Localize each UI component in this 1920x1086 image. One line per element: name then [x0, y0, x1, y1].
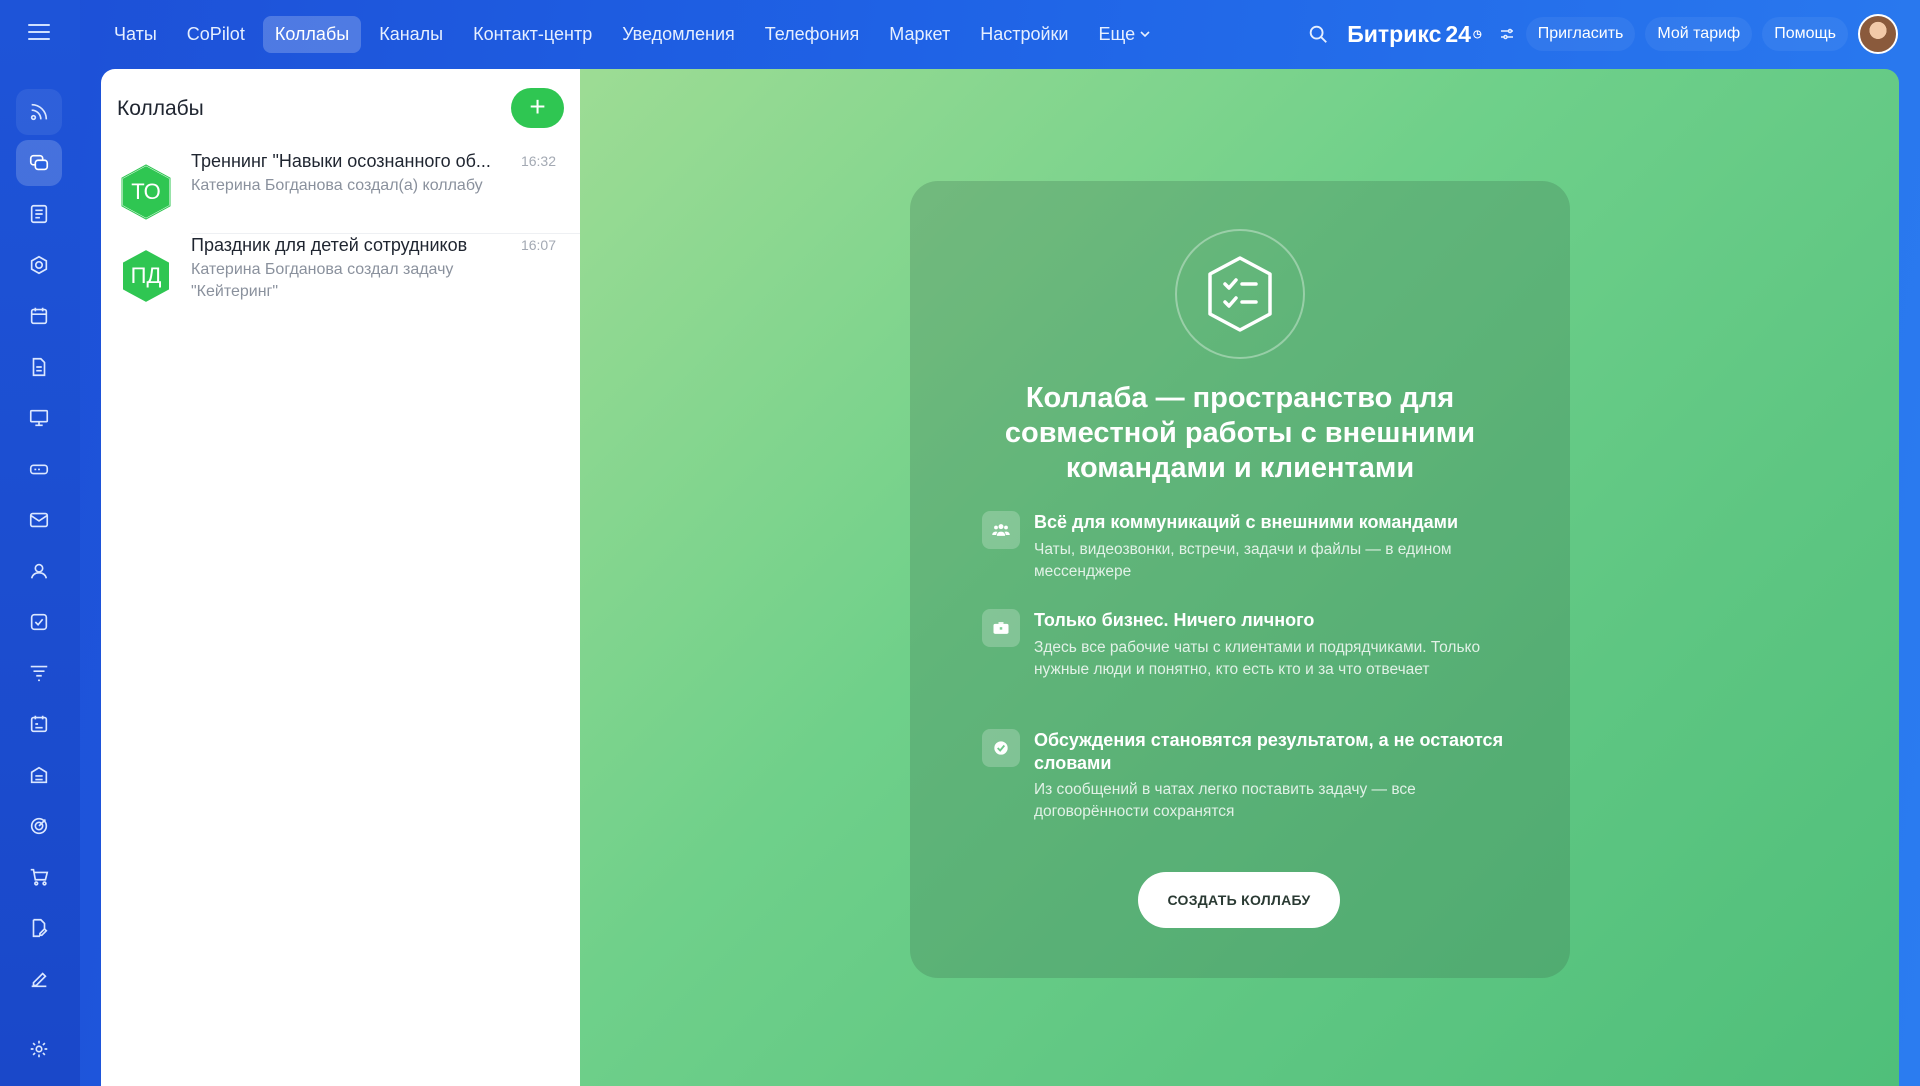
avatar-initials: ПД [130, 263, 162, 288]
user-avatar[interactable] [1858, 14, 1898, 54]
tab-channels[interactable]: Каналы [367, 16, 455, 53]
feature-item: Обсуждения становятся результатом, а не … [982, 729, 1504, 829]
cart-icon[interactable] [16, 854, 62, 900]
tariff-button[interactable]: Мой тариф [1645, 17, 1753, 51]
feature-title: Всё для коммуникаций с внешними командам… [1034, 512, 1459, 532]
main-area: Коллаба — пространство для совместной ра… [580, 69, 1899, 1086]
tab-chats[interactable]: Чаты [102, 16, 169, 53]
collab-avatar: ПД [117, 247, 175, 305]
tab-more[interactable]: Еще [1086, 16, 1163, 53]
check-circle-icon [982, 729, 1020, 767]
avatar-initials: ТО [131, 179, 161, 204]
top-navigation: Чаты CoPilot Коллабы Каналы Контакт-цент… [102, 14, 1163, 54]
mail-icon[interactable] [16, 497, 62, 543]
more-label: Еще [1098, 23, 1136, 44]
collab-title: Треннинг "Навыки осознанного об... [191, 151, 491, 171]
brand-number: 24 [1445, 20, 1471, 47]
menu-icon[interactable] [28, 24, 50, 42]
chevron-down-icon [1140, 31, 1150, 38]
create-collab-button[interactable]: СОЗДАТЬ КОЛЛАБУ [1138, 872, 1340, 928]
feature-item: Только бизнес. Ничего личного Здесь все … [982, 609, 1502, 709]
invite-button[interactable]: Пригласить [1525, 17, 1636, 51]
settings-icon[interactable] [16, 1026, 62, 1072]
edit-doc-icon[interactable] [16, 905, 62, 951]
store-icon[interactable] [16, 752, 62, 798]
tab-market[interactable]: Маркет [877, 16, 962, 53]
tab-collabs[interactable]: Коллабы [262, 15, 362, 53]
docs-icon[interactable] [16, 344, 62, 390]
feature-desc: Из сообщений в чатах легко поставить зад… [1034, 781, 1416, 820]
promo-title: Коллаба — пространство для совместной ра… [1004, 382, 1476, 484]
feature-title: Только бизнес. Ничего личного [1034, 610, 1315, 630]
target-icon[interactable] [16, 803, 62, 849]
left-rail [0, 0, 80, 1086]
feature-title: Обсуждения становятся результатом, а не … [1034, 730, 1504, 773]
sliders-icon[interactable] [1498, 25, 1516, 43]
promo-card: Коллаба — пространство для совместной ра… [910, 181, 1570, 978]
panel-title: Коллабы [117, 97, 204, 120]
search-icon[interactable] [1307, 23, 1329, 45]
brand-name: Битрикс [1347, 20, 1442, 47]
clock-icon: ◷ [1472, 28, 1482, 40]
tab-copilot[interactable]: CoPilot [175, 16, 257, 53]
news-icon[interactable] [16, 191, 62, 237]
tab-settings[interactable]: Настройки [968, 16, 1080, 53]
feature-desc: Чаты, видеозвонки, встречи, задачи и фай… [1034, 541, 1452, 580]
add-collab-button[interactable]: + [511, 88, 564, 128]
list-item[interactable]: ПД Праздник для детей сотрудников Катери… [101, 233, 580, 323]
list-item[interactable]: ТО Треннинг "Навыки осознанного об... Ка… [101, 149, 580, 234]
people-icon [982, 511, 1020, 549]
collab-hero-icon [1175, 229, 1305, 359]
filter-icon[interactable] [16, 650, 62, 696]
tab-telephony[interactable]: Телефония [753, 16, 871, 53]
tasks-icon[interactable] [16, 599, 62, 645]
help-button[interactable]: Помощь [1762, 17, 1848, 51]
feature-item: Всё для коммуникаций с внешними командам… [982, 511, 1502, 591]
feature-desc: Здесь все рабочие чаты с клиентами и под… [1034, 639, 1481, 678]
collab-time: 16:07 [520, 237, 556, 253]
collab-subtitle: Катерина Богданова создал(а) коллабу [191, 177, 483, 194]
collabs-panel: Коллабы + ТО Треннинг "Навыки осознанног… [101, 69, 580, 1086]
feed-icon[interactable] [16, 89, 62, 135]
contacts-icon[interactable] [16, 548, 62, 594]
collab-avatar: ТО [117, 163, 175, 221]
planner-icon[interactable] [16, 701, 62, 747]
chat-icon[interactable] [16, 140, 62, 186]
calendar-icon[interactable] [16, 293, 62, 339]
tab-contact-center[interactable]: Контакт-центр [461, 16, 604, 53]
groups-icon[interactable] [16, 242, 62, 288]
briefcase-icon [982, 609, 1020, 647]
drive-icon[interactable] [16, 446, 62, 492]
collab-time: 16:32 [520, 153, 556, 169]
header-right: Битрикс 24 ◷ Пригласить Мой тариф Помощь [1307, 12, 1898, 56]
sign-icon[interactable] [16, 956, 62, 1002]
presentation-icon[interactable] [16, 395, 62, 441]
collab-subtitle: Катерина Богданова создал задачу "Кейтер… [191, 261, 454, 300]
tab-notifications[interactable]: Уведомления [610, 16, 747, 53]
collab-title: Праздник для детей сотрудников [191, 235, 468, 255]
brand-logo: Битрикс 24 ◷ [1347, 21, 1481, 48]
